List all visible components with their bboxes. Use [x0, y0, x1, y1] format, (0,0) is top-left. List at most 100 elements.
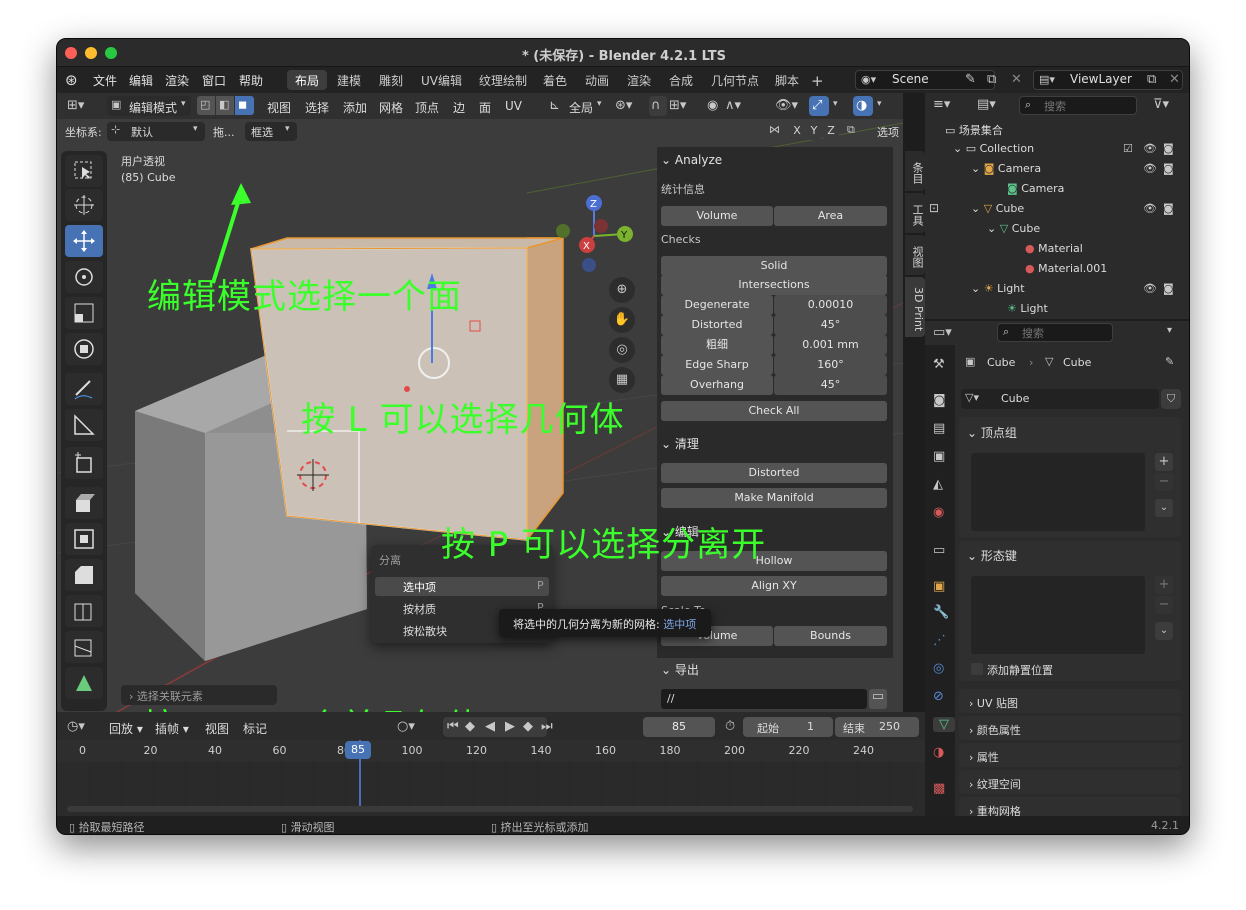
outliner-material[interactable]: ● Material	[1025, 242, 1083, 255]
shape-keys-header[interactable]: ⌄ 形态键	[967, 547, 1017, 564]
3d-viewport[interactable]: ⊞▾ ▣ 编辑模式 ▾ ◰ ◧ ◼ 视图 选择 添加 网格 顶点 边 面 UV …	[57, 93, 903, 747]
add-icon[interactable]: +	[1155, 453, 1173, 471]
marker-menu[interactable]: 标记	[243, 720, 267, 737]
inset-tool[interactable]	[65, 523, 103, 555]
snap-target-icon[interactable]: ⊞▾	[669, 98, 686, 113]
render-camera-icon[interactable]: ◙	[1163, 202, 1174, 215]
distorted-cleanup-button[interactable]: Distorted	[661, 463, 887, 483]
outliner-side-icon[interactable]: ⊡	[929, 201, 939, 215]
next-keyframe-icon[interactable]: ◆	[523, 719, 533, 734]
keying-menu[interactable]: 插帧 ▾	[155, 720, 189, 737]
chevron-down-icon[interactable]: ▾	[1167, 325, 1172, 336]
tab-geometry-nodes[interactable]: 几何节点	[703, 70, 767, 90]
stopwatch-icon[interactable]: ⏱	[725, 719, 735, 734]
render-camera-icon[interactable]: ◙	[1163, 142, 1174, 155]
add-icon[interactable]: +	[1155, 576, 1173, 594]
mesh-datablock-field[interactable]	[961, 389, 1159, 409]
menu-add[interactable]: 添加	[343, 99, 367, 116]
tab-texture-paint[interactable]: 纹理绘制	[471, 70, 535, 90]
output-tab-icon[interactable]: ▤	[933, 421, 945, 436]
world-tab-icon[interactable]: ◉	[933, 505, 944, 520]
shape-keys-list[interactable]	[971, 576, 1145, 654]
object-tab-icon[interactable]: ▣	[933, 579, 945, 594]
menu-file[interactable]: 文件	[93, 72, 117, 89]
move-tool[interactable]	[65, 225, 103, 257]
mesh-data-tab-icon[interactable]: ▽	[933, 717, 955, 732]
outliner-camera[interactable]: ⌄ ◙ Camera	[971, 162, 1041, 175]
particles-tab-icon[interactable]: ⋰	[933, 633, 946, 648]
play-icon[interactable]: ▶	[505, 719, 515, 734]
make-manifold-button[interactable]: Make Manifold	[661, 488, 887, 508]
menu-uv[interactable]: UV	[505, 99, 522, 113]
eye-icon[interactable]: 👁	[1143, 142, 1157, 155]
scale-bounds-button[interactable]: Bounds	[774, 626, 887, 646]
pivot-point-icon[interactable]: ⊛▾	[615, 98, 632, 113]
material-tab-icon[interactable]: ◑	[933, 745, 944, 760]
overhang-button[interactable]: Overhang	[661, 375, 773, 395]
solid-button[interactable]: Solid	[661, 256, 887, 276]
falloff-icon[interactable]: ∧▾	[725, 98, 741, 113]
menu-help[interactable]: 帮助	[239, 72, 263, 89]
vertex-groups-list[interactable]	[971, 453, 1145, 531]
menu-edge[interactable]: 边	[453, 99, 465, 116]
degenerate-value[interactable]: 0.00010	[774, 295, 887, 315]
loop-cut-tool[interactable]	[65, 595, 103, 627]
cursor-tool[interactable]	[65, 189, 103, 221]
remove-icon[interactable]: −	[1155, 596, 1173, 614]
tab-item[interactable]: 条目	[905, 151, 925, 191]
view-layer-tab-icon[interactable]: ▣	[933, 449, 945, 464]
mirror-z-toggle[interactable]: Z	[823, 122, 839, 140]
tab-tool[interactable]: 工具	[905, 193, 925, 233]
distorted-value[interactable]: 45°	[774, 315, 887, 335]
rotate-tool[interactable]	[65, 261, 103, 293]
rest-position-checkbox[interactable]	[971, 663, 983, 675]
menu-vertex[interactable]: 顶点	[415, 99, 439, 116]
new-view-layer-icon[interactable]: ⧉	[1147, 72, 1156, 87]
playhead-handle[interactable]: 85	[345, 741, 371, 759]
separate-selected-item[interactable]	[375, 577, 549, 596]
volume-button[interactable]: Volume	[661, 206, 773, 226]
render-camera-icon[interactable]: ◙	[1163, 162, 1174, 175]
mirror-x-toggle[interactable]: X	[789, 122, 805, 140]
tab-modeling[interactable]: 建模	[329, 70, 369, 90]
outliner-cube-mesh[interactable]: ⌄ ▽ Cube	[987, 222, 1040, 235]
eye-icon[interactable]: 👁	[1143, 282, 1157, 295]
eye-icon[interactable]: 👁	[1143, 202, 1157, 215]
tab-scripting[interactable]: 脚本	[767, 70, 807, 90]
camera-view-icon[interactable]: ◎	[609, 337, 635, 363]
export-header[interactable]: ⌄ 导出	[661, 661, 699, 678]
jump-start-icon[interactable]: ⏮	[447, 719, 459, 734]
options-dropdown[interactable]: 选项	[877, 124, 899, 140]
tool-tab-icon[interactable]: ⚒	[933, 357, 945, 372]
intersections-button[interactable]: Intersections	[661, 275, 887, 295]
knife-tool[interactable]	[65, 631, 103, 663]
checkbox-icon[interactable]: ☑	[1123, 142, 1133, 155]
prev-keyframe-icon[interactable]: ◆	[465, 719, 475, 734]
auto-keying-icon[interactable]: ○▾	[397, 719, 415, 734]
hand-pan-icon[interactable]: ✋	[609, 307, 635, 333]
current-frame-field[interactable]: 85	[643, 717, 715, 737]
timeline-editor-icon[interactable]: ◷▾	[67, 719, 85, 734]
pin-icon[interactable]: ✎	[1165, 355, 1174, 368]
delete-view-layer-icon[interactable]: ✕	[1169, 72, 1180, 87]
tab-rendering[interactable]: 渲染	[619, 70, 659, 90]
menu-mesh[interactable]: 网格	[379, 99, 403, 116]
eye-icon[interactable]: 👁	[1143, 162, 1157, 175]
select-box-tool[interactable]	[65, 155, 103, 187]
thickness-button[interactable]: 粗细	[661, 335, 773, 355]
menu-select[interactable]: 选择	[305, 99, 329, 116]
outliner-scene-collection[interactable]: ▭ 场景集合	[945, 122, 1003, 138]
transform-tool[interactable]	[65, 333, 103, 365]
tab-animation[interactable]: 动画	[577, 70, 617, 90]
mirror-icon[interactable]: ⋈	[769, 123, 780, 136]
outliner-cube[interactable]: ⌄ ▽ Cube	[971, 202, 1024, 215]
area-button[interactable]: Area	[774, 206, 887, 226]
menu-face[interactable]: 面	[479, 99, 491, 116]
degenerate-button[interactable]: Degenerate	[661, 295, 773, 315]
scale-tool[interactable]	[65, 297, 103, 329]
outliner-light-data[interactable]: ☀ Light	[1007, 302, 1048, 315]
proportional-edit-icon[interactable]: ◉	[707, 98, 718, 113]
vertex-groups-header[interactable]: ⌄ 顶点组	[967, 424, 1017, 441]
visibility-icon[interactable]: 👁▾	[775, 98, 798, 113]
transform-orientation-dropdown[interactable]: 全局	[569, 99, 593, 116]
